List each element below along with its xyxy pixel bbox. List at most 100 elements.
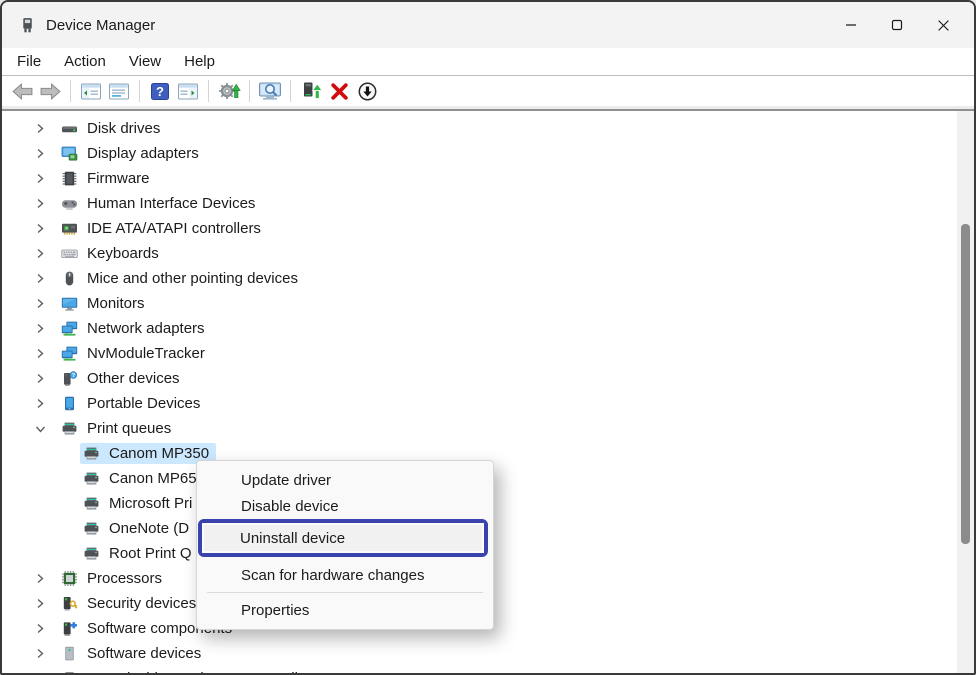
context-menu-item-scan-for-hardware-changes[interactable]: Scan for hardware changes	[197, 562, 493, 588]
row-content[interactable]: Security devices	[58, 593, 203, 614]
row-content[interactable]: Sound, video and game controllers	[58, 668, 326, 673]
tree-item-portable-devices[interactable]: Portable Devices	[2, 391, 974, 416]
tree-item-label: Firmware	[87, 170, 150, 187]
context-menu-item-uninstall-device[interactable]: Uninstall device	[202, 523, 484, 553]
chevron-right-icon[interactable]	[34, 647, 58, 660]
menu-help[interactable]: Help	[184, 53, 215, 70]
tree-item-label: NvModuleTracker	[87, 345, 205, 362]
tree-item-human-interface-devices[interactable]: Human Interface Devices	[2, 191, 974, 216]
scan-hardware-monitor-button[interactable]	[256, 78, 284, 104]
chevron-right-icon[interactable]	[34, 147, 58, 160]
scrollbar-thumb[interactable]	[961, 224, 970, 544]
vertical-scrollbar[interactable]	[957, 111, 974, 673]
properties-window-button[interactable]	[105, 78, 133, 104]
row-content[interactable]: OneNote (D	[80, 518, 196, 539]
update-driver-gear-button[interactable]	[215, 78, 243, 104]
row-content[interactable]: Human Interface Devices	[58, 193, 262, 214]
context-menu-item-update-driver[interactable]: Update driver	[197, 467, 493, 493]
row-content[interactable]: Keyboards	[58, 243, 166, 264]
chevron-right-icon[interactable]	[34, 397, 58, 410]
forward-arrow-button[interactable]	[36, 78, 64, 104]
forward-arrow-icon	[39, 82, 62, 101]
maximize-button[interactable]	[874, 2, 920, 48]
tree-item-display-adapters[interactable]: Display adapters	[2, 141, 974, 166]
tree-item-disk-drives[interactable]: Disk drives	[2, 116, 974, 141]
network-adapter-icon	[61, 345, 78, 362]
tree-item-nvmoduletracker[interactable]: NvModuleTracker	[2, 341, 974, 366]
tree-item-label: Human Interface Devices	[87, 195, 255, 212]
uninstall-x-button[interactable]	[325, 78, 353, 104]
context-menu: Update driverDisable device Uninstall dev…	[196, 460, 494, 630]
toolbar: ?	[2, 76, 974, 106]
row-content[interactable]: Monitors	[58, 293, 152, 314]
hid-gamepad-icon	[61, 195, 78, 212]
row-content[interactable]: Processors	[58, 568, 169, 589]
tree-item-ide-ata-atapi-controllers[interactable]: IDE ATA/ATAPI controllers	[2, 216, 974, 241]
menu-view[interactable]: View	[129, 53, 161, 70]
toolbar-separator	[70, 80, 71, 102]
tree-item-monitors[interactable]: Monitors	[2, 291, 974, 316]
context-menu-item-properties[interactable]: Properties	[197, 597, 493, 623]
row-content[interactable]: Disk drives	[58, 118, 167, 139]
chevron-right-icon[interactable]	[34, 247, 58, 260]
back-arrow-button[interactable]	[8, 78, 36, 104]
tree-item-print-queues[interactable]: Print queues	[2, 416, 974, 441]
titlebar: Device Manager	[2, 2, 974, 48]
tree-item-mice-and-other-pointing-devices[interactable]: Mice and other pointing devices	[2, 266, 974, 291]
row-content[interactable]: Display adapters	[58, 143, 206, 164]
menu-action[interactable]: Action	[64, 53, 106, 70]
context-menu-item-disable-device[interactable]: Disable device	[197, 493, 493, 519]
tree-item-firmware[interactable]: Firmware	[2, 166, 974, 191]
printer-icon	[83, 545, 100, 562]
security-device-icon	[61, 595, 78, 612]
close-button[interactable]	[920, 2, 966, 48]
chevron-right-icon[interactable]	[34, 172, 58, 185]
tree-item-sound-video-and-game-controllers[interactable]: Sound, video and game controllers	[2, 666, 974, 673]
chevron-right-icon[interactable]	[34, 222, 58, 235]
row-content[interactable]: Microsoft Pri	[80, 493, 199, 514]
console-tree-window-button[interactable]	[77, 78, 105, 104]
row-content[interactable]: Print queues	[58, 418, 178, 439]
row-content[interactable]: ?Other devices	[58, 368, 187, 389]
tree-item-label: Portable Devices	[87, 395, 200, 412]
row-content[interactable]: Root Print Q	[80, 543, 199, 564]
row-content[interactable]: Firmware	[58, 168, 157, 189]
chevron-right-icon[interactable]	[34, 197, 58, 210]
printer-icon	[83, 470, 100, 487]
disable-down-circle-button[interactable]	[353, 78, 381, 104]
monitor-icon	[61, 295, 78, 312]
tree-item-label: Network adapters	[87, 320, 205, 337]
chevron-right-icon[interactable]	[34, 272, 58, 285]
tree-item-software-devices[interactable]: Software devices	[2, 641, 974, 666]
action-pane-window-button[interactable]	[174, 78, 202, 104]
toolbar-separator	[208, 80, 209, 102]
chevron-right-icon[interactable]	[34, 372, 58, 385]
chevron-right-icon[interactable]	[34, 122, 58, 135]
minimize-button[interactable]	[828, 2, 874, 48]
menu-file[interactable]: File	[17, 53, 41, 70]
chevron-right-icon[interactable]	[34, 322, 58, 335]
help-question-button[interactable]: ?	[146, 78, 174, 104]
tree-item-keyboards[interactable]: Keyboards	[2, 241, 974, 266]
chevron-right-icon[interactable]	[34, 672, 58, 673]
chevron-right-icon[interactable]	[34, 297, 58, 310]
tree-item-other-devices[interactable]: ?Other devices	[2, 366, 974, 391]
row-content[interactable]: Software devices	[58, 643, 208, 664]
update-driver-gear-icon	[218, 81, 241, 101]
row-content[interactable]: Canon MP65	[80, 468, 204, 489]
tree-item-label: Display adapters	[87, 145, 199, 162]
chevron-down-icon[interactable]	[34, 423, 58, 435]
chevron-right-icon[interactable]	[34, 622, 58, 635]
chevron-right-icon[interactable]	[34, 597, 58, 610]
toolbar-separator	[249, 80, 250, 102]
row-content[interactable]: IDE ATA/ATAPI controllers	[58, 218, 268, 239]
chevron-right-icon[interactable]	[34, 347, 58, 360]
row-content[interactable]: Network adapters	[58, 318, 212, 339]
row-content[interactable]: Mice and other pointing devices	[58, 268, 305, 289]
svg-text:?: ?	[72, 373, 76, 379]
row-content[interactable]: Portable Devices	[58, 393, 207, 414]
device-update-button[interactable]	[297, 78, 325, 104]
row-content[interactable]: NvModuleTracker	[58, 343, 212, 364]
tree-item-network-adapters[interactable]: Network adapters	[2, 316, 974, 341]
chevron-right-icon[interactable]	[34, 572, 58, 585]
